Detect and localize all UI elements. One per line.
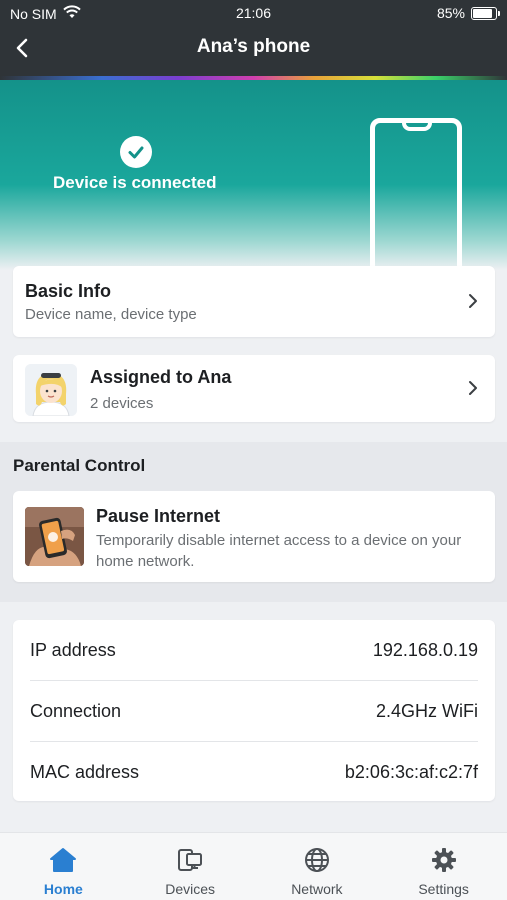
- basic-info-card[interactable]: Basic Info Device name, device type: [13, 266, 495, 337]
- detail-row-connection: Connection 2.4GHz WiFi: [30, 680, 478, 741]
- chevron-right-icon: [469, 294, 477, 308]
- detail-value: 192.168.0.19: [372, 640, 478, 660]
- basic-info-subtitle: Device name, device type: [25, 306, 197, 323]
- detail-row-mac: MAC address b2:06:3c:af:c2:7f: [30, 741, 478, 802]
- avatar: [25, 364, 77, 416]
- tab-label: Home: [43, 881, 83, 897]
- detail-value: b2:06:3c:af:c2:7f: [344, 761, 478, 782]
- detail-label: Connection: [30, 700, 122, 721]
- pause-internet-description: Temporarily disable internet access to a…: [96, 532, 462, 570]
- detail-label: MAC address: [30, 761, 140, 782]
- phone-notch: [402, 121, 432, 131]
- connection-status: Device is connected: [53, 173, 217, 192]
- detail-value: 2.4GHz WiFi: [375, 700, 478, 721]
- pause-internet-image: [25, 507, 84, 566]
- detail-row-ip: IP address 192.168.0.19: [30, 620, 478, 681]
- page-title: Ana’s phone: [196, 36, 311, 57]
- assigned-subtitle: 2 devices: [90, 395, 154, 412]
- battery-status: 85%: [436, 5, 500, 21]
- tab-settings[interactable]: Settings: [380, 833, 507, 900]
- assigned-card[interactable]: Assigned to Ana 2 devices: [13, 355, 495, 422]
- pause-internet-card[interactable]: Pause Internet Temporarily disable inter…: [13, 491, 495, 582]
- tab-label: Network: [291, 881, 343, 897]
- tab-network[interactable]: Network: [254, 833, 381, 900]
- clock: 21:06: [235, 5, 272, 21]
- tab-home[interactable]: Home: [0, 833, 127, 900]
- tab-bar: Home Devices Network Settings: [0, 832, 507, 900]
- chevron-right-icon: [469, 381, 477, 395]
- tab-label: Settings: [418, 881, 469, 897]
- home-icon: [48, 845, 78, 875]
- detail-label: IP address: [30, 640, 116, 660]
- battery-percent: 85%: [436, 5, 465, 21]
- section-title: Parental Control: [13, 456, 146, 475]
- basic-info-title: Basic Info: [25, 281, 112, 301]
- nav-bar: Ana’s phone: [0, 30, 507, 66]
- tab-label: Devices: [165, 881, 216, 897]
- devices-icon: [175, 845, 205, 875]
- globe-icon: [302, 845, 332, 875]
- tab-devices[interactable]: Devices: [127, 833, 254, 900]
- pause-internet-title: Pause Internet: [96, 506, 221, 526]
- gear-icon: [429, 845, 459, 875]
- battery-icon: [471, 6, 500, 20]
- assigned-title: Assigned to Ana: [90, 367, 232, 387]
- top-bar: No SIM 21:06 85% Ana’s phone: [0, 0, 507, 80]
- connection-hero: Device is connected: [0, 80, 507, 270]
- checkmark-icon: [120, 136, 152, 168]
- phone-illustration: [370, 118, 462, 270]
- status-bar: No SIM 21:06 85%: [0, 5, 507, 23]
- device-details-card: IP address 192.168.0.19 Connection 2.4GH…: [13, 620, 495, 801]
